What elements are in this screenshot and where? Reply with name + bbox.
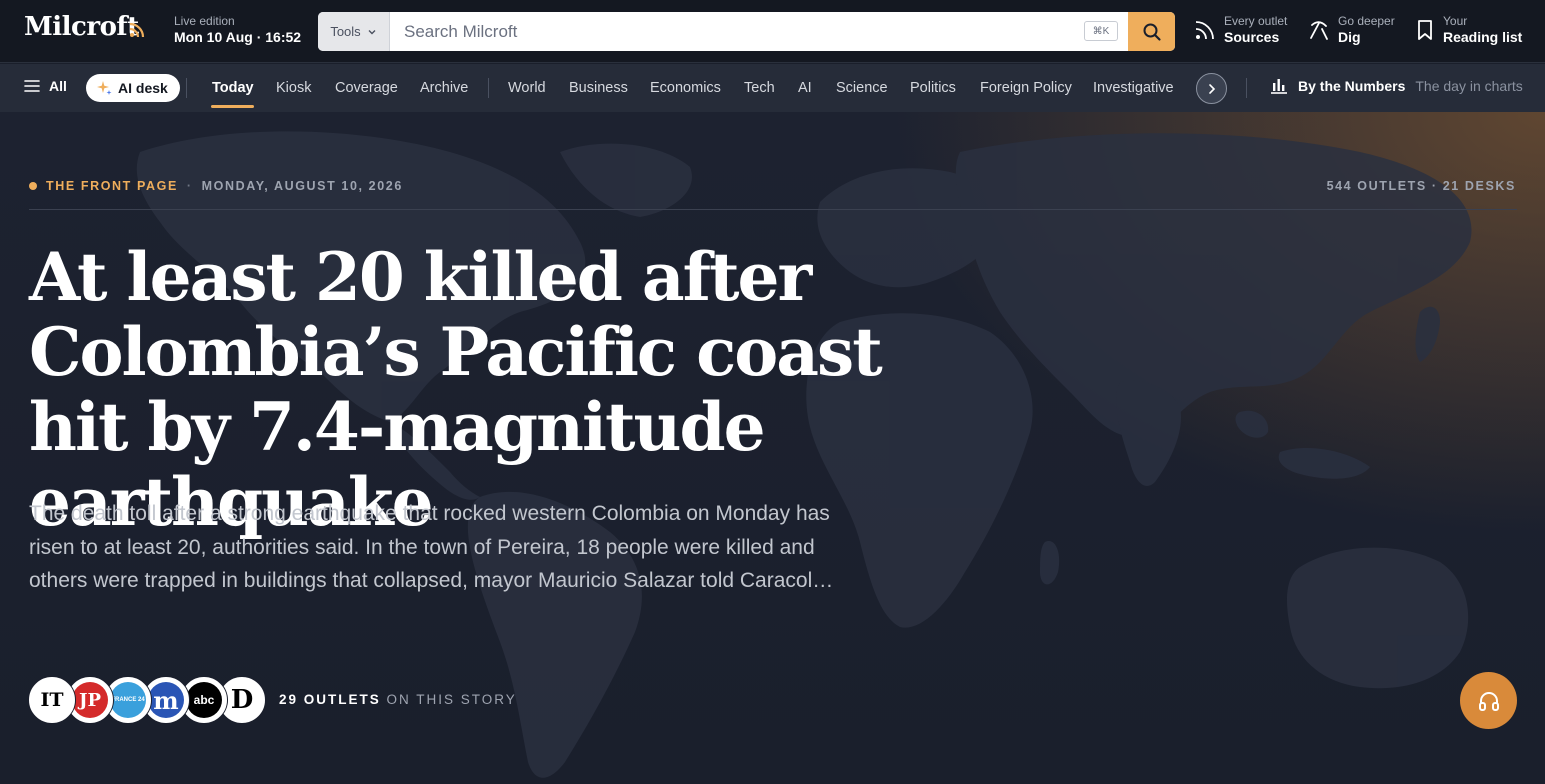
front-page-hero: THE FRONT PAGE · MONDAY, AUGUST 10, 2026… bbox=[0, 112, 1545, 784]
rss-icon bbox=[129, 22, 145, 38]
brand-name: Milcroft bbox=[24, 12, 139, 42]
nav-section-investigative[interactable]: Investigative bbox=[1093, 80, 1174, 96]
tools-dropdown[interactable]: Tools bbox=[318, 12, 390, 51]
sources-link[interactable]: Every outlet Sources bbox=[1194, 14, 1288, 45]
bookmark-icon bbox=[1418, 20, 1432, 40]
hero-headline[interactable]: At least 20 killed after Colombia’s Paci… bbox=[29, 240, 969, 540]
section-label: THE FRONT PAGE bbox=[46, 179, 178, 193]
live-edition-label: Live edition bbox=[174, 14, 235, 28]
all-sections-button[interactable]: All bbox=[24, 78, 67, 94]
by-the-numbers-label: By the Numbers bbox=[1298, 78, 1406, 94]
nav-scroll-right-button[interactable] bbox=[1196, 73, 1227, 104]
nav-section-business[interactable]: Business bbox=[569, 80, 628, 96]
search-input[interactable] bbox=[404, 12, 1084, 51]
sources-kicker: Every outlet bbox=[1224, 14, 1288, 28]
outlet-logo-it: IT bbox=[34, 682, 70, 718]
active-tab-indicator bbox=[211, 105, 254, 108]
outlet-count-suffix: ON THIS STORY bbox=[386, 692, 517, 707]
search-bar: Tools ⌘K bbox=[318, 12, 1175, 51]
top-bar: Milcroft Live edition Mon 10 Aug · 16:52… bbox=[0, 0, 1545, 63]
dig-label: Dig bbox=[1338, 28, 1361, 45]
nav-section-science[interactable]: Science bbox=[836, 80, 888, 96]
hero-date: MONDAY, AUGUST 10, 2026 bbox=[201, 179, 403, 193]
nav-section-world[interactable]: World bbox=[508, 80, 546, 96]
sources-label: Sources bbox=[1224, 28, 1280, 45]
hero-summary: The death toll after a strong earthquake… bbox=[29, 502, 834, 592]
dig-link[interactable]: Go deeper Dig bbox=[1308, 14, 1395, 45]
nav-divider bbox=[1246, 78, 1247, 98]
nav-section-foreign-policy[interactable]: Foreign Policy bbox=[980, 80, 1072, 96]
reading-list-kicker: Your bbox=[1443, 14, 1468, 28]
nav-tab-coverage[interactable]: Coverage bbox=[335, 80, 398, 96]
outlet-logo: IT bbox=[29, 677, 75, 723]
tools-label: Tools bbox=[330, 24, 361, 39]
nav-divider bbox=[186, 78, 187, 98]
outlet-desk-counts: 544 OUTLETS · 21 DESKS bbox=[1326, 179, 1516, 193]
menu-icon bbox=[24, 80, 40, 92]
nav-section-politics[interactable]: Politics bbox=[910, 80, 956, 96]
search-button[interactable] bbox=[1128, 12, 1175, 51]
chevron-down-icon bbox=[368, 29, 376, 34]
brand-logo[interactable]: Milcroft bbox=[24, 12, 145, 42]
nav-section-tech[interactable]: Tech bbox=[744, 80, 775, 96]
rss-icon bbox=[1195, 21, 1214, 40]
outlet-logo-stack[interactable]: IT JP FRANCE 24 m abc D bbox=[29, 677, 269, 723]
by-the-numbers-sub: The day in charts bbox=[1415, 78, 1523, 94]
nav-tab-today[interactable]: Today bbox=[212, 80, 254, 96]
by-the-numbers-link[interactable]: By the Numbers The day in charts bbox=[1270, 78, 1523, 94]
live-dot bbox=[29, 182, 37, 190]
outlet-count[interactable]: 29 OUTLETS ON THIS STORY bbox=[279, 692, 517, 707]
outlet-logo-m: m bbox=[148, 682, 184, 718]
outlet-logo-d: D bbox=[224, 682, 260, 718]
nav-tab-archive[interactable]: Archive bbox=[420, 80, 468, 96]
bar-chart-icon bbox=[1271, 79, 1287, 94]
outlet-logo-france24: FRANCE 24 bbox=[110, 682, 146, 718]
ai-desk-button[interactable]: AI desk bbox=[86, 74, 180, 102]
hero-kicker: THE FRONT PAGE · MONDAY, AUGUST 10, 2026 bbox=[29, 179, 403, 193]
kicker-separator: · bbox=[186, 179, 193, 193]
all-label: All bbox=[49, 78, 67, 94]
outlet-logo-abc: abc bbox=[186, 682, 222, 718]
listen-button[interactable] bbox=[1460, 672, 1517, 729]
search-icon bbox=[1143, 23, 1161, 41]
live-edition-time: Mon 10 Aug · 16:52 bbox=[174, 28, 302, 45]
chevron-right-icon bbox=[1208, 83, 1215, 94]
headphones-icon bbox=[1478, 691, 1499, 711]
ai-desk-label: AI desk bbox=[118, 80, 168, 96]
pickaxe-icon bbox=[1310, 21, 1328, 40]
nav-divider bbox=[488, 78, 489, 98]
keyboard-shortcut-badge: ⌘K bbox=[1084, 21, 1118, 41]
nav-section-ai[interactable]: AI bbox=[798, 80, 812, 96]
outlet-logo-jp: JP bbox=[72, 682, 108, 718]
dig-kicker: Go deeper bbox=[1338, 14, 1395, 28]
hero-divider bbox=[29, 209, 1517, 210]
nav-section-economics[interactable]: Economics bbox=[650, 80, 721, 96]
section-nav: All AI desk Today Kiosk Coverage Archive… bbox=[0, 64, 1545, 112]
nav-tab-kiosk[interactable]: Kiosk bbox=[276, 80, 311, 96]
outlet-count-number: 29 OUTLETS bbox=[279, 692, 381, 707]
reading-list-label: Reading list bbox=[1443, 28, 1523, 45]
sparkle-icon bbox=[97, 81, 112, 95]
live-edition: Live edition Mon 10 Aug · 16:52 bbox=[174, 14, 302, 45]
reading-list-link[interactable]: Your Reading list bbox=[1415, 14, 1523, 45]
